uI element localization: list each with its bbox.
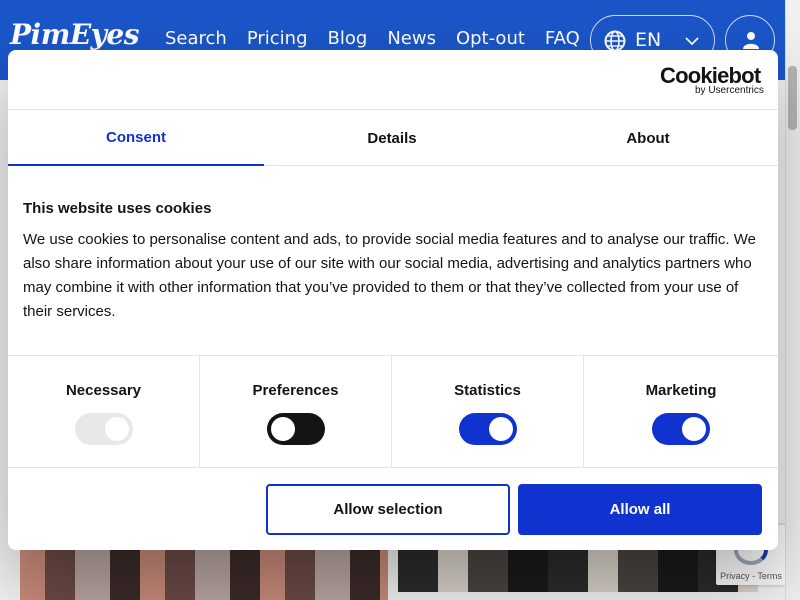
result-thumbnail[interactable] <box>398 548 758 592</box>
marketing-toggle[interactable] <box>652 413 710 445</box>
cookie-consent-dialog: Cookiebot by Usercentrics Consent Detail… <box>8 50 778 550</box>
chevron-down-icon <box>685 37 699 46</box>
tab-consent[interactable]: Consent <box>8 110 264 166</box>
cookiebot-byline: by Usercentrics <box>695 85 764 96</box>
cookie-category-toggles: Necessary Preferences Statistics Marketi… <box>8 355 778 468</box>
scrollbar[interactable] <box>785 0 800 600</box>
toggle-marketing-group: Marketing <box>584 356 778 468</box>
pimeyes-logo[interactable]: PimEyes <box>10 18 140 51</box>
nav-opt-out[interactable]: Opt-out <box>456 28 525 49</box>
result-thumbnail[interactable] <box>20 548 388 600</box>
necessary-toggle <box>75 413 133 445</box>
toggle-label-preferences: Preferences <box>252 382 339 399</box>
nav-blog[interactable]: Blog <box>328 28 368 49</box>
nav-faq[interactable]: FAQ <box>545 28 580 49</box>
toggle-label-marketing: Marketing <box>645 382 717 399</box>
toggle-statistics-group: Statistics <box>392 356 584 468</box>
tab-details[interactable]: Details <box>264 110 520 166</box>
main-nav: Search Pricing Blog News Opt-out FAQ <box>165 28 580 49</box>
toggle-knob <box>105 417 129 441</box>
toggle-knob <box>682 417 706 441</box>
toggle-label-statistics: Statistics <box>454 382 521 399</box>
scrollbar-thumb[interactable] <box>788 66 797 130</box>
allow-selection-button[interactable]: Allow selection <box>266 484 510 535</box>
recaptcha-links[interactable]: Privacy - Terms <box>716 571 786 581</box>
toggle-preferences-group: Preferences <box>200 356 392 468</box>
cookiebot-logo: Cookiebot by Usercentrics <box>660 63 770 97</box>
user-icon <box>743 32 759 49</box>
toggle-label-necessary: Necessary <box>65 382 142 399</box>
globe-icon <box>604 30 626 52</box>
dialog-title: This website uses cookies <box>23 200 212 217</box>
nav-pricing[interactable]: Pricing <box>247 28 308 49</box>
nav-news[interactable]: News <box>387 28 436 49</box>
nav-search[interactable]: Search <box>165 28 227 49</box>
toggle-necessary-group: Necessary <box>8 356 200 468</box>
allow-all-button[interactable]: Allow all <box>518 484 762 535</box>
toggle-knob <box>489 417 513 441</box>
statistics-toggle[interactable] <box>459 413 517 445</box>
consent-tabs: Consent Details About <box>8 110 778 166</box>
language-code: EN <box>635 29 662 51</box>
dialog-description: We use cookies to personalise content an… <box>23 231 756 320</box>
tab-about[interactable]: About <box>520 110 776 166</box>
toggle-knob <box>271 417 295 441</box>
preferences-toggle[interactable] <box>267 413 325 445</box>
